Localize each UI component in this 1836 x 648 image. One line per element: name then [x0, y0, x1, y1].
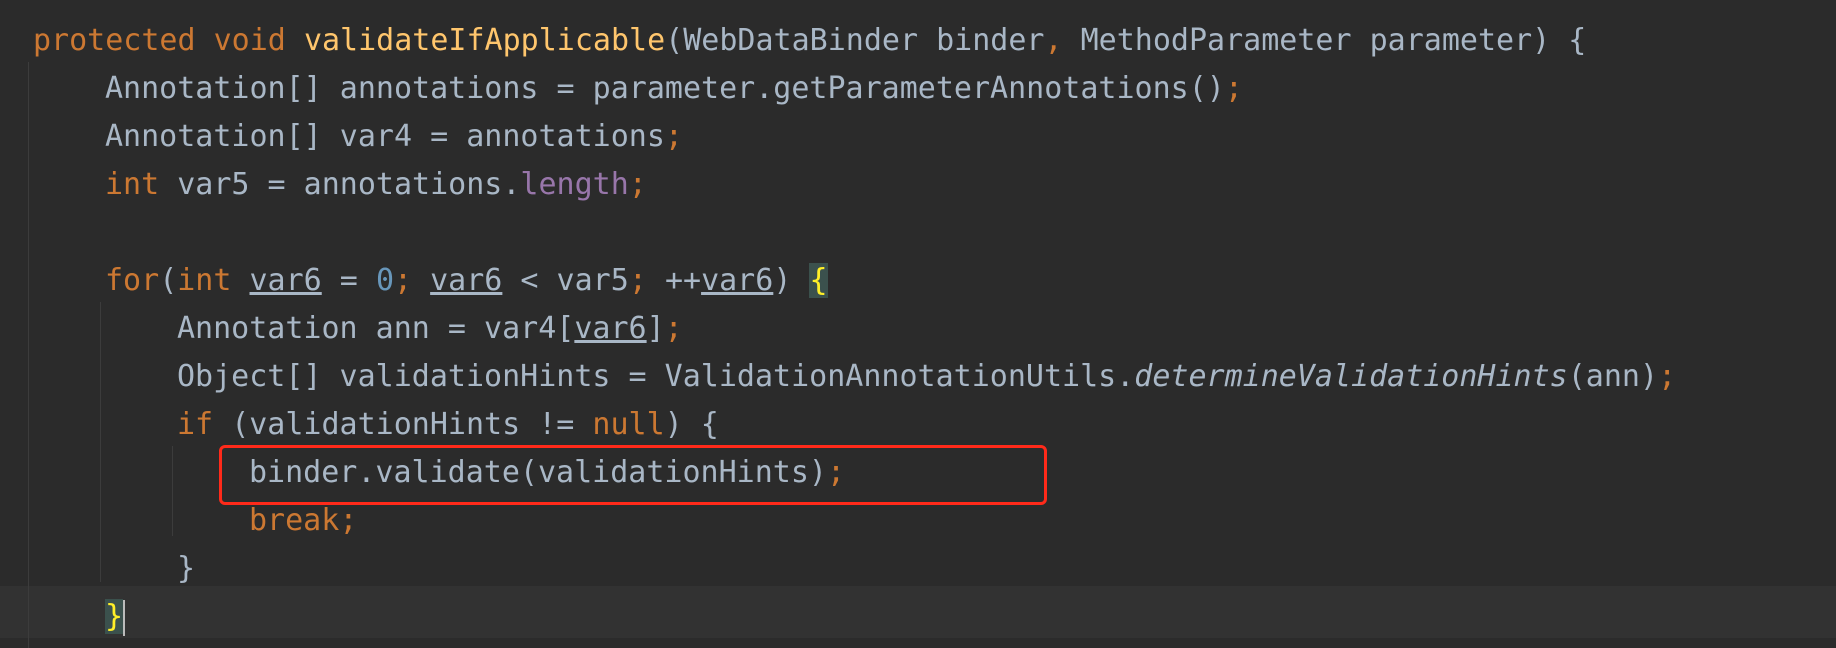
code-token: ;	[339, 503, 358, 538]
code-token: MethodParameter parameter) {	[1080, 23, 1587, 58]
annotation-red-box	[219, 445, 1047, 505]
code-token: }	[177, 551, 196, 586]
code-token: ;	[394, 263, 431, 298]
code-line[interactable]: }	[105, 593, 126, 641]
code-token: < var5	[502, 263, 629, 298]
code-token: ;	[1224, 71, 1243, 106]
code-token: determineValidationHints	[1134, 359, 1568, 394]
code-token: {	[809, 263, 828, 298]
code-token: ;	[664, 119, 683, 154]
code-line[interactable]: protected void validateIfApplicable(WebD…	[33, 17, 1586, 65]
code-line[interactable]: Object[] validationHints = ValidationAnn…	[177, 353, 1676, 401]
code-token: Annotation ann = var4[	[177, 311, 575, 346]
indent-guide	[100, 302, 101, 582]
code-token: (ann)	[1567, 359, 1659, 394]
code-token: break	[249, 503, 340, 538]
code-token: (validationHints !=	[231, 407, 593, 442]
code-token: (WebDataBinder binder	[665, 23, 1045, 58]
code-token: int	[177, 263, 250, 298]
code-token: var5 = annotations.	[177, 167, 521, 202]
code-token: for	[105, 263, 160, 298]
indent-guide	[172, 446, 173, 536]
code-token: Object[] validationHints = ValidationAnn…	[177, 359, 1135, 394]
code-token: Annotation[] annotations = parameter.get…	[105, 71, 1225, 106]
code-token: (	[159, 263, 178, 298]
code-token: ;	[628, 167, 647, 202]
code-token: null	[592, 407, 665, 442]
code-line[interactable]: if (validationHints != null) {	[177, 401, 719, 449]
current-line-highlight	[0, 586, 1836, 638]
code-token: ;	[1658, 359, 1677, 394]
code-token: Annotation[] var4 = annotations	[105, 119, 665, 154]
code-token: ++	[664, 263, 702, 298]
code-token: }	[105, 599, 124, 634]
code-line[interactable]: Annotation ann = var4[var6];	[177, 305, 683, 353]
code-token: var6	[701, 263, 774, 298]
code-token: )	[773, 263, 810, 298]
code-token: var6	[430, 263, 503, 298]
text-caret	[123, 599, 126, 636]
code-token: ) {	[664, 407, 719, 442]
code-line[interactable]: for(int var6 = 0; var6 < var5; ++var6) {	[105, 257, 828, 305]
code-line[interactable]: Annotation[] annotations = parameter.get…	[105, 65, 1243, 113]
code-token: ;	[664, 311, 683, 346]
code-token: length	[520, 167, 629, 202]
code-token: protected void	[33, 23, 304, 58]
code-token: ]	[646, 311, 665, 346]
code-line[interactable]: int var5 = annotations.length;	[105, 161, 647, 209]
code-token: ,	[1044, 23, 1081, 58]
code-line[interactable]: Annotation[] var4 = annotations;	[105, 113, 683, 161]
code-token: 0	[375, 263, 394, 298]
code-token: var6	[574, 311, 647, 346]
code-line[interactable]: }	[177, 545, 195, 593]
code-token: =	[321, 263, 376, 298]
code-token: int	[105, 167, 178, 202]
code-token: ;	[628, 263, 665, 298]
code-token: validateIfApplicable	[303, 23, 666, 58]
code-token: var6	[249, 263, 322, 298]
indent-guide	[28, 62, 29, 648]
code-token: if	[177, 407, 232, 442]
